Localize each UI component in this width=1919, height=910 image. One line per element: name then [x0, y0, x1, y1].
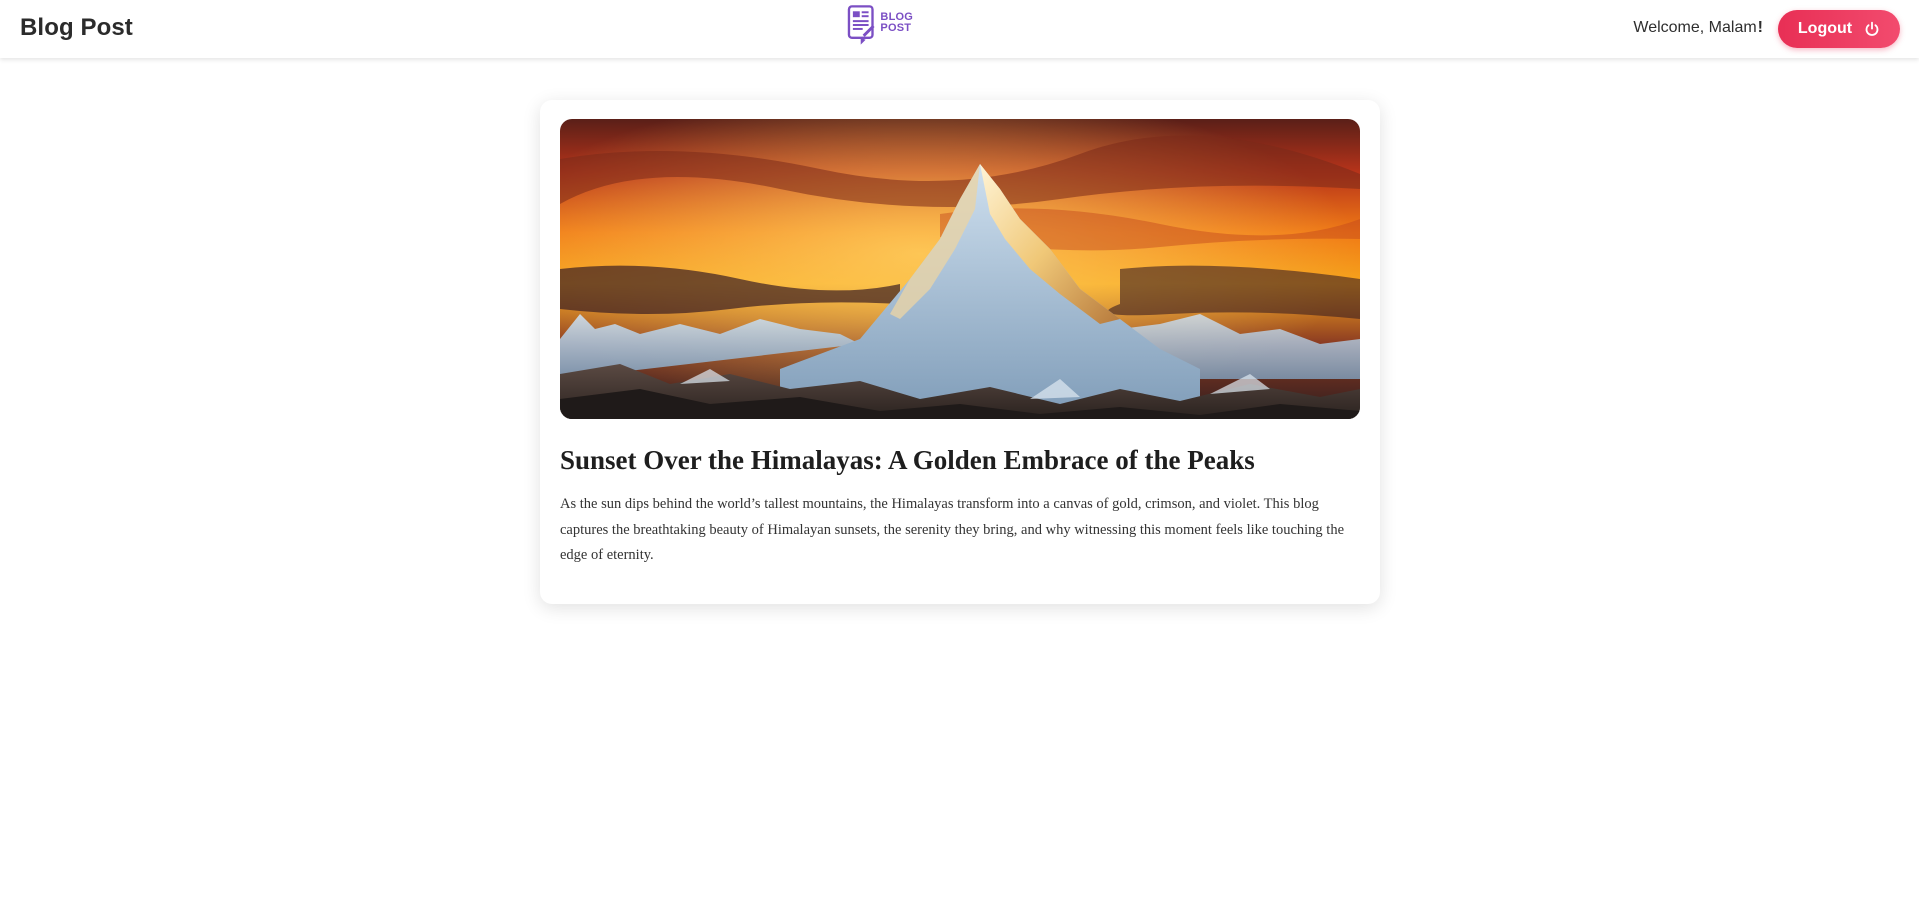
brand-title[interactable]: Blog Post [20, 14, 133, 42]
logo-text: BLOG POST [880, 12, 913, 34]
welcome-mark: ! [1757, 19, 1763, 36]
post-hero-image [560, 119, 1360, 419]
logo-text-line2: POST [880, 22, 912, 34]
welcome-message: Welcome, Malam! [1633, 19, 1763, 37]
mountain-sunset-illustration [560, 119, 1360, 419]
post-title: Sunset Over the Himalayas: A Golden Embr… [560, 445, 1255, 475]
logout-button[interactable]: Logout [1778, 10, 1900, 48]
blog-post-logo-icon [847, 5, 875, 45]
top-navbar: Blog Post BLOG POST Welcome, Malam! Logo… [0, 0, 1919, 58]
welcome-text: Welcome, Malam [1633, 19, 1757, 36]
blog-post-card: Sunset Over the Himalayas: A Golden Embr… [540, 100, 1380, 604]
logo[interactable]: BLOG POST [847, 4, 913, 50]
post-body: As the sun dips behind the world’s talle… [560, 496, 1345, 563]
power-icon [1865, 21, 1879, 36]
logout-label: Logout [1797, 20, 1853, 37]
